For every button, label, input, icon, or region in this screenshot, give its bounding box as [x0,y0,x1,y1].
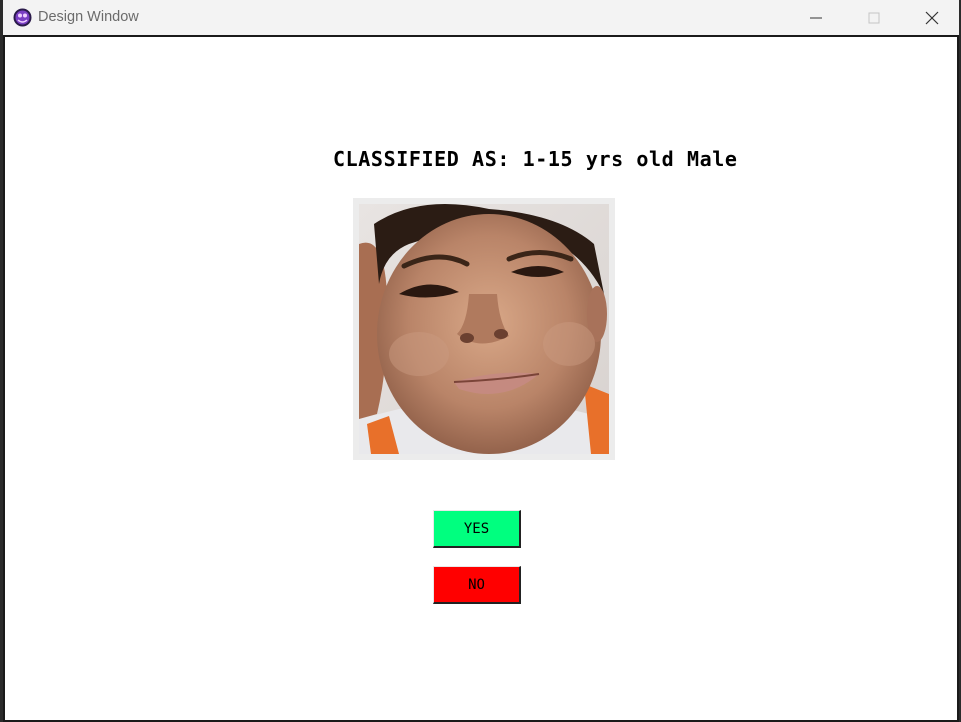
minimize-icon [810,17,822,18]
photo-frame [353,198,615,460]
classification-label: CLASSIFIED AS: 1-15 yrs old Male [333,147,738,171]
title-bar[interactable]: Design Window [3,0,959,37]
maximize-button[interactable] [845,0,903,35]
no-button-label: NO [468,576,485,593]
minimize-button[interactable] [787,0,845,35]
app-window: Design Window CLASSIFIED AS: 1-15 yrs ol… [3,0,959,722]
no-button[interactable]: NO [433,566,521,604]
maximize-icon [868,12,880,23]
yes-button-label: YES [463,520,490,537]
yes-button[interactable]: YES [433,510,521,548]
close-button[interactable] [903,0,961,35]
content-area: CLASSIFIED AS: 1-15 yrs old Male YES NO [3,37,959,722]
app-icon [13,8,32,27]
close-icon [925,11,939,24]
window-title: Design Window [38,9,139,25]
classified-face-photo [359,204,609,454]
